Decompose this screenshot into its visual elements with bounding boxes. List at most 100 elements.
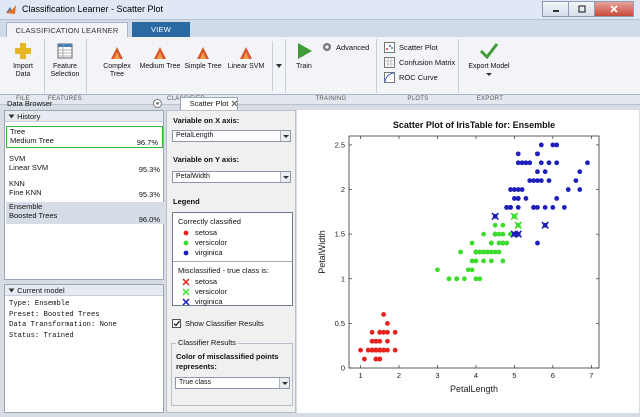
show-results-checkbox[interactable]: Show Classifier Results — [172, 319, 264, 328]
data-point-versicolor[interactable] — [465, 267, 471, 273]
data-point-versicolor[interactable] — [496, 240, 502, 246]
data-point-virginica[interactable] — [535, 178, 540, 184]
history-item[interactable]: Tree Medium Tree 96.7% — [6, 126, 163, 148]
close-button[interactable] — [594, 1, 634, 17]
confusion-matrix-icon — [384, 57, 395, 68]
data-point-virginica[interactable] — [527, 178, 533, 184]
export-model-button[interactable]: Export Model — [464, 41, 514, 79]
data-point-virginica[interactable] — [535, 169, 540, 175]
data-point-versicolor[interactable] — [454, 276, 460, 282]
data-point-virginica[interactable] — [519, 160, 525, 166]
data-point-versicolor[interactable] — [477, 249, 483, 255]
data-point-virginica[interactable] — [538, 142, 544, 148]
data-point-virginica[interactable] — [508, 187, 513, 192]
scatter-chart[interactable]: 1 2 3 4 5 6 7 0 0.5 1 1.5 2 2.5 PetalLength PetalWid… — [297, 110, 639, 413]
maximize-button[interactable] — [568, 1, 594, 17]
data-point-virginica[interactable] — [535, 240, 540, 246]
scatter-plot-button[interactable]: Scatter Plot — [384, 42, 438, 53]
data-point-virginica[interactable] — [577, 187, 583, 192]
classifier-gallery-expand[interactable] — [272, 41, 284, 91]
minimize-button[interactable] — [542, 1, 568, 17]
data-point-virginica[interactable] — [538, 160, 544, 166]
data-point-virginica[interactable] — [585, 160, 590, 166]
data-point-setosa[interactable] — [358, 347, 363, 353]
data-point-virginica[interactable] — [511, 196, 517, 201]
y-axis-select[interactable]: PetalWidth — [172, 171, 291, 183]
linear-svm-button[interactable]: Linear SVM — [224, 45, 268, 71]
data-point-versicolor[interactable] — [492, 222, 498, 228]
data-point-setosa[interactable] — [385, 338, 390, 344]
data-point-setosa[interactable] — [373, 338, 379, 344]
data-point-versicolor[interactable] — [477, 276, 483, 282]
data-point-virginica[interactable] — [542, 169, 548, 175]
medium-tree-button[interactable]: Medium Tree — [138, 45, 182, 71]
data-point-versicolor[interactable] — [488, 258, 494, 264]
history-item[interactable]: SVM Linear SVM 95.3% — [6, 154, 164, 174]
confusion-matrix-button[interactable]: Confusion Matrix — [384, 57, 455, 68]
data-point-setosa[interactable] — [373, 356, 379, 362]
data-point-versicolor[interactable] — [469, 240, 475, 246]
data-point-setosa[interactable] — [373, 347, 379, 353]
complex-tree-button[interactable]: Complex Tree — [96, 45, 138, 79]
data-point-versicolor[interactable] — [500, 231, 506, 237]
data-point-setosa[interactable] — [377, 329, 383, 335]
data-point-virginica[interactable] — [546, 160, 552, 166]
data-point-versicolor[interactable] — [446, 276, 452, 282]
tab-view[interactable]: VIEW — [132, 22, 190, 37]
tab-scatter-plot[interactable]: Scatter Plot — [180, 97, 238, 110]
data-point-versicolor[interactable] — [473, 258, 479, 264]
feature-selection-label: Feature Selection — [50, 63, 80, 78]
data-point-virginica[interactable] — [542, 204, 548, 210]
data-point-virginica[interactable] — [577, 169, 583, 175]
data-point-versicolor[interactable] — [481, 231, 487, 237]
data-point-versicolor[interactable] — [488, 240, 494, 246]
data-point-versicolor[interactable] — [500, 222, 506, 228]
data-point-versicolor[interactable] — [492, 231, 498, 237]
data-point-virginica[interactable] — [554, 142, 560, 148]
history-item[interactable]: KNN Fine KNN 95.3% — [6, 179, 164, 199]
import-data-button[interactable]: Import Data — [6, 41, 40, 79]
data-point-versicolor[interactable] — [481, 258, 487, 264]
x-axis-select[interactable]: PetalLength — [172, 130, 291, 142]
data-point-versicolor[interactable] — [500, 258, 506, 264]
collapse-icon[interactable] — [153, 99, 162, 108]
data-point-setosa[interactable] — [392, 347, 398, 353]
data-point-versicolor[interactable] — [435, 267, 440, 273]
feature-selection-button[interactable]: Feature Selection — [46, 41, 84, 79]
roc-curve-button[interactable]: ROC Curve — [384, 72, 438, 83]
advanced-button[interactable]: Advanced — [322, 42, 369, 52]
data-point-virginica[interactable] — [535, 151, 540, 157]
data-point-virginica[interactable] — [531, 204, 537, 210]
color-represents-select[interactable]: True class — [175, 377, 290, 389]
data-point-virginica[interactable] — [523, 196, 529, 201]
close-tab-icon[interactable] — [231, 100, 238, 107]
data-point-versicolor[interactable] — [496, 249, 502, 255]
data-point-virginica[interactable] — [550, 204, 556, 210]
train-button[interactable]: Train — [290, 41, 318, 71]
data-point-setosa[interactable] — [369, 329, 375, 335]
data-point-virginica[interactable] — [573, 178, 579, 184]
data-point-virginica[interactable] — [546, 178, 552, 184]
data-point-setosa[interactable] — [392, 329, 398, 335]
data-point-virginica[interactable] — [519, 187, 525, 192]
simple-tree-button[interactable]: Simple Tree — [182, 45, 224, 71]
data-point-virginica[interactable] — [515, 151, 521, 157]
data-point-versicolor[interactable] — [504, 240, 510, 246]
data-point-versicolor[interactable] — [461, 276, 467, 282]
data-point-versicolor[interactable] — [458, 249, 463, 255]
history-item-selected[interactable]: Ensemble Boosted Trees 96.0% — [6, 202, 164, 224]
data-point-versicolor[interactable] — [485, 249, 490, 255]
data-point-setosa[interactable] — [385, 320, 390, 326]
data-point-virginica[interactable] — [561, 204, 567, 210]
tab-classification-learner[interactable]: CLASSIFICATION LEARNER — [6, 22, 128, 37]
history-header[interactable]: History — [5, 111, 163, 122]
data-point-virginica[interactable] — [504, 204, 510, 210]
data-point-virginica[interactable] — [515, 204, 521, 210]
data-point-virginica[interactable] — [554, 160, 560, 166]
current-model-header[interactable]: Current model — [5, 285, 163, 296]
data-point-virginica[interactable] — [565, 187, 571, 192]
data-point-setosa[interactable] — [361, 356, 367, 362]
data-point-virginica[interactable] — [527, 160, 533, 166]
data-point-setosa[interactable] — [381, 312, 387, 317]
data-point-virginica[interactable] — [554, 196, 560, 201]
